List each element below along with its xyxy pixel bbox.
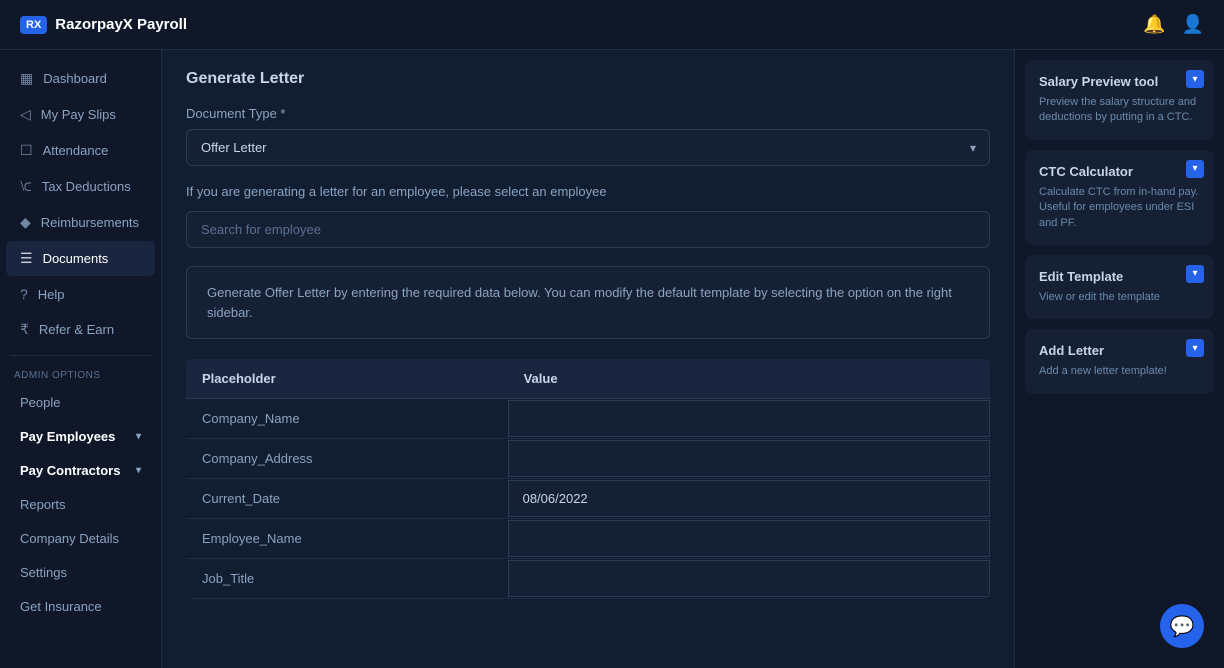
sidebar-item-reports[interactable]: Reports	[6, 488, 155, 521]
settings-label: Settings	[20, 565, 67, 580]
documents-icon: ☰	[20, 250, 33, 267]
admin-section-label: ADMIN OPTIONS	[0, 364, 161, 385]
placeholder-cell: Job_Title	[186, 559, 508, 599]
get-insurance-label: Get Insurance	[20, 599, 102, 614]
tool-card-expand-icon[interactable]: ▾	[1186, 339, 1204, 357]
table-row: Current_Date	[186, 479, 990, 519]
table-row: Job_Title	[186, 559, 990, 599]
placeholder-cell: Company_Name	[186, 399, 508, 439]
company-details-label: Company Details	[20, 531, 119, 546]
placeholder-cell: Current_Date	[186, 479, 508, 519]
sidebar-item-label: Help	[38, 287, 65, 302]
sidebar-item-company-details[interactable]: Company Details	[6, 522, 155, 555]
chat-button[interactable]: 💬	[1160, 604, 1204, 648]
value-input[interactable]	[508, 400, 990, 437]
tool-card-expand-icon[interactable]: ▾	[1186, 70, 1204, 88]
dashboard-icon: ▦	[20, 70, 33, 87]
pay-employees-label: Pay Employees	[20, 429, 115, 444]
document-type-label: Document Type *	[186, 106, 990, 121]
search-input[interactable]	[186, 211, 990, 248]
table-row: Employee_Name	[186, 519, 990, 559]
refer-icon: ₹	[20, 321, 29, 338]
tool-card-title: Salary Preview tool	[1039, 74, 1200, 89]
logo-icon: RX	[20, 16, 47, 34]
document-type-select-wrapper: Offer Letter ▾	[186, 129, 990, 166]
sidebar: ▦ Dashboard ◁ My Pay Slips ☐ Attendance …	[0, 50, 162, 668]
tool-card-expand-icon[interactable]: ▾	[1186, 160, 1204, 178]
placeholder-cell: Company_Address	[186, 439, 508, 479]
employee-search-label: If you are generating a letter for an em…	[186, 184, 990, 199]
content-area: Generate Letter Document Type * Offer Le…	[162, 50, 1014, 668]
user-account-icon[interactable]: 👤	[1182, 14, 1204, 35]
sidebar-item-label: Reimbursements	[41, 215, 139, 230]
notification-bell-icon[interactable]: 🔔	[1143, 14, 1165, 35]
value-input[interactable]	[508, 520, 990, 557]
tool-card-edit-template[interactable]: ▾Edit Template View or edit the template	[1025, 255, 1214, 319]
tool-card-title: CTC Calculator	[1039, 164, 1200, 179]
tool-card-desc: View or edit the template	[1039, 290, 1200, 305]
people-label: People	[20, 395, 60, 410]
sidebar-item-label: Tax Deductions	[42, 179, 131, 194]
sidebar-item-refer-earn[interactable]: ₹ Refer & Earn	[6, 312, 155, 347]
reports-label: Reports	[20, 497, 66, 512]
tax-icon: ⟈	[20, 178, 32, 195]
header-icons: 🔔 👤	[1143, 14, 1204, 35]
sidebar-item-pay-employees[interactable]: Pay Employees ▾	[6, 420, 155, 453]
value-input[interactable]	[508, 440, 990, 477]
attendance-icon: ☐	[20, 142, 33, 159]
tool-card-desc: Calculate CTC from in-hand pay. Useful f…	[1039, 185, 1200, 231]
table-row: Company_Address	[186, 439, 990, 479]
pay-contractors-label: Pay Contractors	[20, 463, 120, 478]
placeholder-cell: Employee_Name	[186, 519, 508, 559]
value-input[interactable]	[508, 480, 990, 517]
sidebar-item-label: Attendance	[43, 143, 109, 158]
sidebar-item-label: Documents	[43, 251, 109, 266]
col-value-header: Value	[508, 359, 990, 399]
col-placeholder-header: Placeholder	[186, 359, 508, 399]
table-row: Company_Name	[186, 399, 990, 439]
sidebar-item-pay-contractors[interactable]: Pay Contractors ▾	[6, 454, 155, 487]
payslips-icon: ◁	[20, 106, 31, 123]
sidebar-item-label: Refer & Earn	[39, 322, 114, 337]
tool-card-salary-preview[interactable]: ▾Salary Preview tool Preview the salary s…	[1025, 60, 1214, 140]
sidebar-item-tax-deductions[interactable]: ⟈ Tax Deductions	[6, 169, 155, 204]
help-icon: ?	[20, 286, 28, 302]
logo: RX RazorpayX Payroll	[20, 16, 187, 34]
sidebar-item-help[interactable]: ? Help	[6, 277, 155, 311]
sidebar-item-label: Dashboard	[43, 71, 107, 86]
info-box: Generate Offer Letter by entering the re…	[186, 266, 990, 339]
sidebar-item-get-insurance[interactable]: Get Insurance	[6, 590, 155, 623]
sidebar-item-people[interactable]: People	[6, 386, 155, 419]
tool-card-desc: Add a new letter template!	[1039, 364, 1200, 379]
sidebar-item-settings[interactable]: Settings	[6, 556, 155, 589]
document-type-select[interactable]: Offer Letter	[186, 129, 990, 166]
placeholder-table: Placeholder Value Company_NameCompany_Ad…	[186, 359, 990, 599]
generate-letter-form: Document Type * Offer Letter ▾ If you ar…	[186, 106, 990, 599]
page-title: Generate Letter	[186, 70, 990, 88]
reimbursements-icon: ◆	[20, 214, 31, 231]
sidebar-item-dashboard[interactable]: ▦ Dashboard	[6, 61, 155, 96]
value-input[interactable]	[508, 560, 990, 597]
tool-card-ctc-calculator[interactable]: ▾CTC Calculator Calculate CTC from in-han…	[1025, 150, 1214, 245]
header: RX RazorpayX Payroll 🔔 👤	[0, 0, 1224, 50]
sidebar-item-attendance[interactable]: ☐ Attendance	[6, 133, 155, 168]
sidebar-item-label: My Pay Slips	[41, 107, 116, 122]
tool-card-title: Edit Template	[1039, 269, 1200, 284]
sidebar-item-reimbursements[interactable]: ◆ Reimbursements	[6, 205, 155, 240]
sidebar-item-pay-slips[interactable]: ◁ My Pay Slips	[6, 97, 155, 132]
tool-card-desc: Preview the salary structure and deducti…	[1039, 95, 1200, 126]
tool-card-add-letter[interactable]: ▾Add Letter Add a new letter template!	[1025, 329, 1214, 393]
tool-card-expand-icon[interactable]: ▾	[1186, 265, 1204, 283]
main-layout: ▦ Dashboard ◁ My Pay Slips ☐ Attendance …	[0, 50, 1224, 668]
chevron-down-icon: ▾	[136, 431, 141, 442]
logo-text: RazorpayX Payroll	[55, 16, 187, 33]
sidebar-item-documents[interactable]: ☰ Documents	[6, 241, 155, 276]
right-sidebar: ▾Salary Preview toolPreview the salary s…	[1014, 50, 1224, 668]
chevron-down-icon: ▾	[136, 465, 141, 476]
tool-card-title: Add Letter	[1039, 343, 1200, 358]
sidebar-divider	[10, 355, 151, 356]
